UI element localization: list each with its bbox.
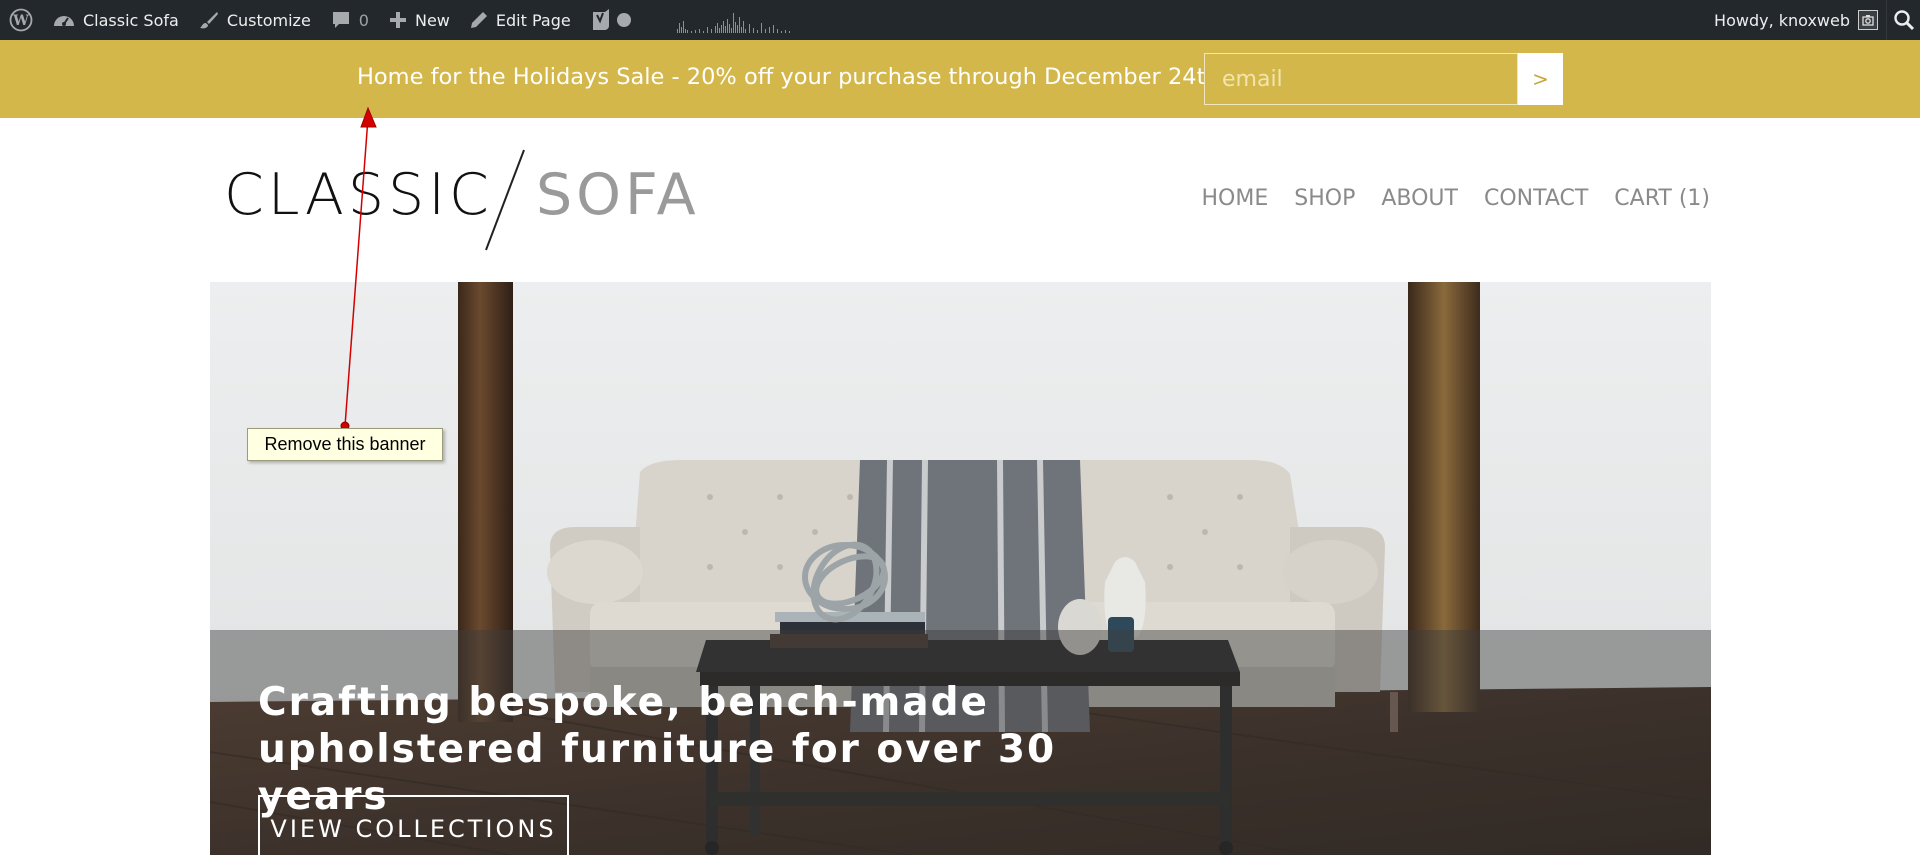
edit-page-link[interactable]: Edit Page <box>460 0 581 40</box>
pencil-icon <box>470 12 487 28</box>
promo-text: Home for the Holidays Sale - 20% off you… <box>357 64 1220 90</box>
nav-about[interactable]: ABOUT <box>1381 186 1458 211</box>
hero-title-line-1: Crafting bespoke, bench-made <box>258 680 989 725</box>
view-collections-button[interactable]: VIEW COLLECTIONS <box>258 795 569 855</box>
wordpress-logo-icon[interactable]: W <box>0 0 43 40</box>
avatar <box>1858 10 1878 30</box>
svg-text:W: W <box>12 13 29 29</box>
logo-word-classic: CLASSIC <box>224 162 493 228</box>
plus-icon <box>389 12 406 28</box>
howdy-greeting: Howdy, knoxweb <box>1714 10 1850 30</box>
nav-cart[interactable]: CART (1) <box>1614 186 1710 211</box>
search-icon <box>1893 10 1914 31</box>
site-name: Classic Sofa <box>83 10 179 30</box>
email-input[interactable] <box>1204 53 1518 105</box>
hero-banner: Crafting bespoke, bench-made upholstered… <box>210 282 1711 855</box>
annotation-note[interactable]: Remove this banner <box>247 428 443 461</box>
yoast-seo-menu[interactable] <box>581 0 647 40</box>
admin-bar: W Classic Sofa Customize 0 New Edit Page <box>0 0 1920 40</box>
edit-page-label: Edit Page <box>495 10 571 30</box>
promo-banner: Home for the Holidays Sale - 20% off you… <box>0 40 1920 118</box>
dashboard-icon <box>54 16 74 26</box>
seo-status-dot-icon <box>616 13 631 27</box>
site-logo[interactable]: CLASSIC SOFA <box>224 148 704 254</box>
my-account-menu[interactable]: Howdy, knoxweb <box>1704 0 1878 40</box>
stats-sparkline-icon <box>676 13 790 33</box>
new-label: New <box>414 10 450 30</box>
main-navigation: HOME SHOP ABOUT CONTACT CART (1) <box>1202 186 1711 211</box>
stats-sparkline[interactable] <box>647 0 805 40</box>
comments-link[interactable]: 0 <box>321 0 379 40</box>
customize-link[interactable]: Customize <box>189 0 321 40</box>
site-name-menu[interactable]: Classic Sofa <box>43 0 189 40</box>
logo-slash <box>485 149 525 251</box>
email-submit-button[interactable]: > <box>1518 53 1563 105</box>
logo-word-sofa: SOFA <box>536 162 700 228</box>
nav-home[interactable]: HOME <box>1202 186 1269 211</box>
customize-label: Customize <box>226 10 311 30</box>
newsletter-form: > <box>1204 53 1563 105</box>
paintbrush-icon <box>199 12 218 29</box>
yoast-icon <box>592 9 609 30</box>
admin-search-button[interactable] <box>1886 0 1920 40</box>
comment-bubble-icon <box>332 12 349 28</box>
nav-contact[interactable]: CONTACT <box>1484 186 1588 211</box>
comments-count: 0 <box>358 10 369 30</box>
new-content-menu[interactable]: New <box>379 0 460 40</box>
nav-shop[interactable]: SHOP <box>1294 186 1355 211</box>
